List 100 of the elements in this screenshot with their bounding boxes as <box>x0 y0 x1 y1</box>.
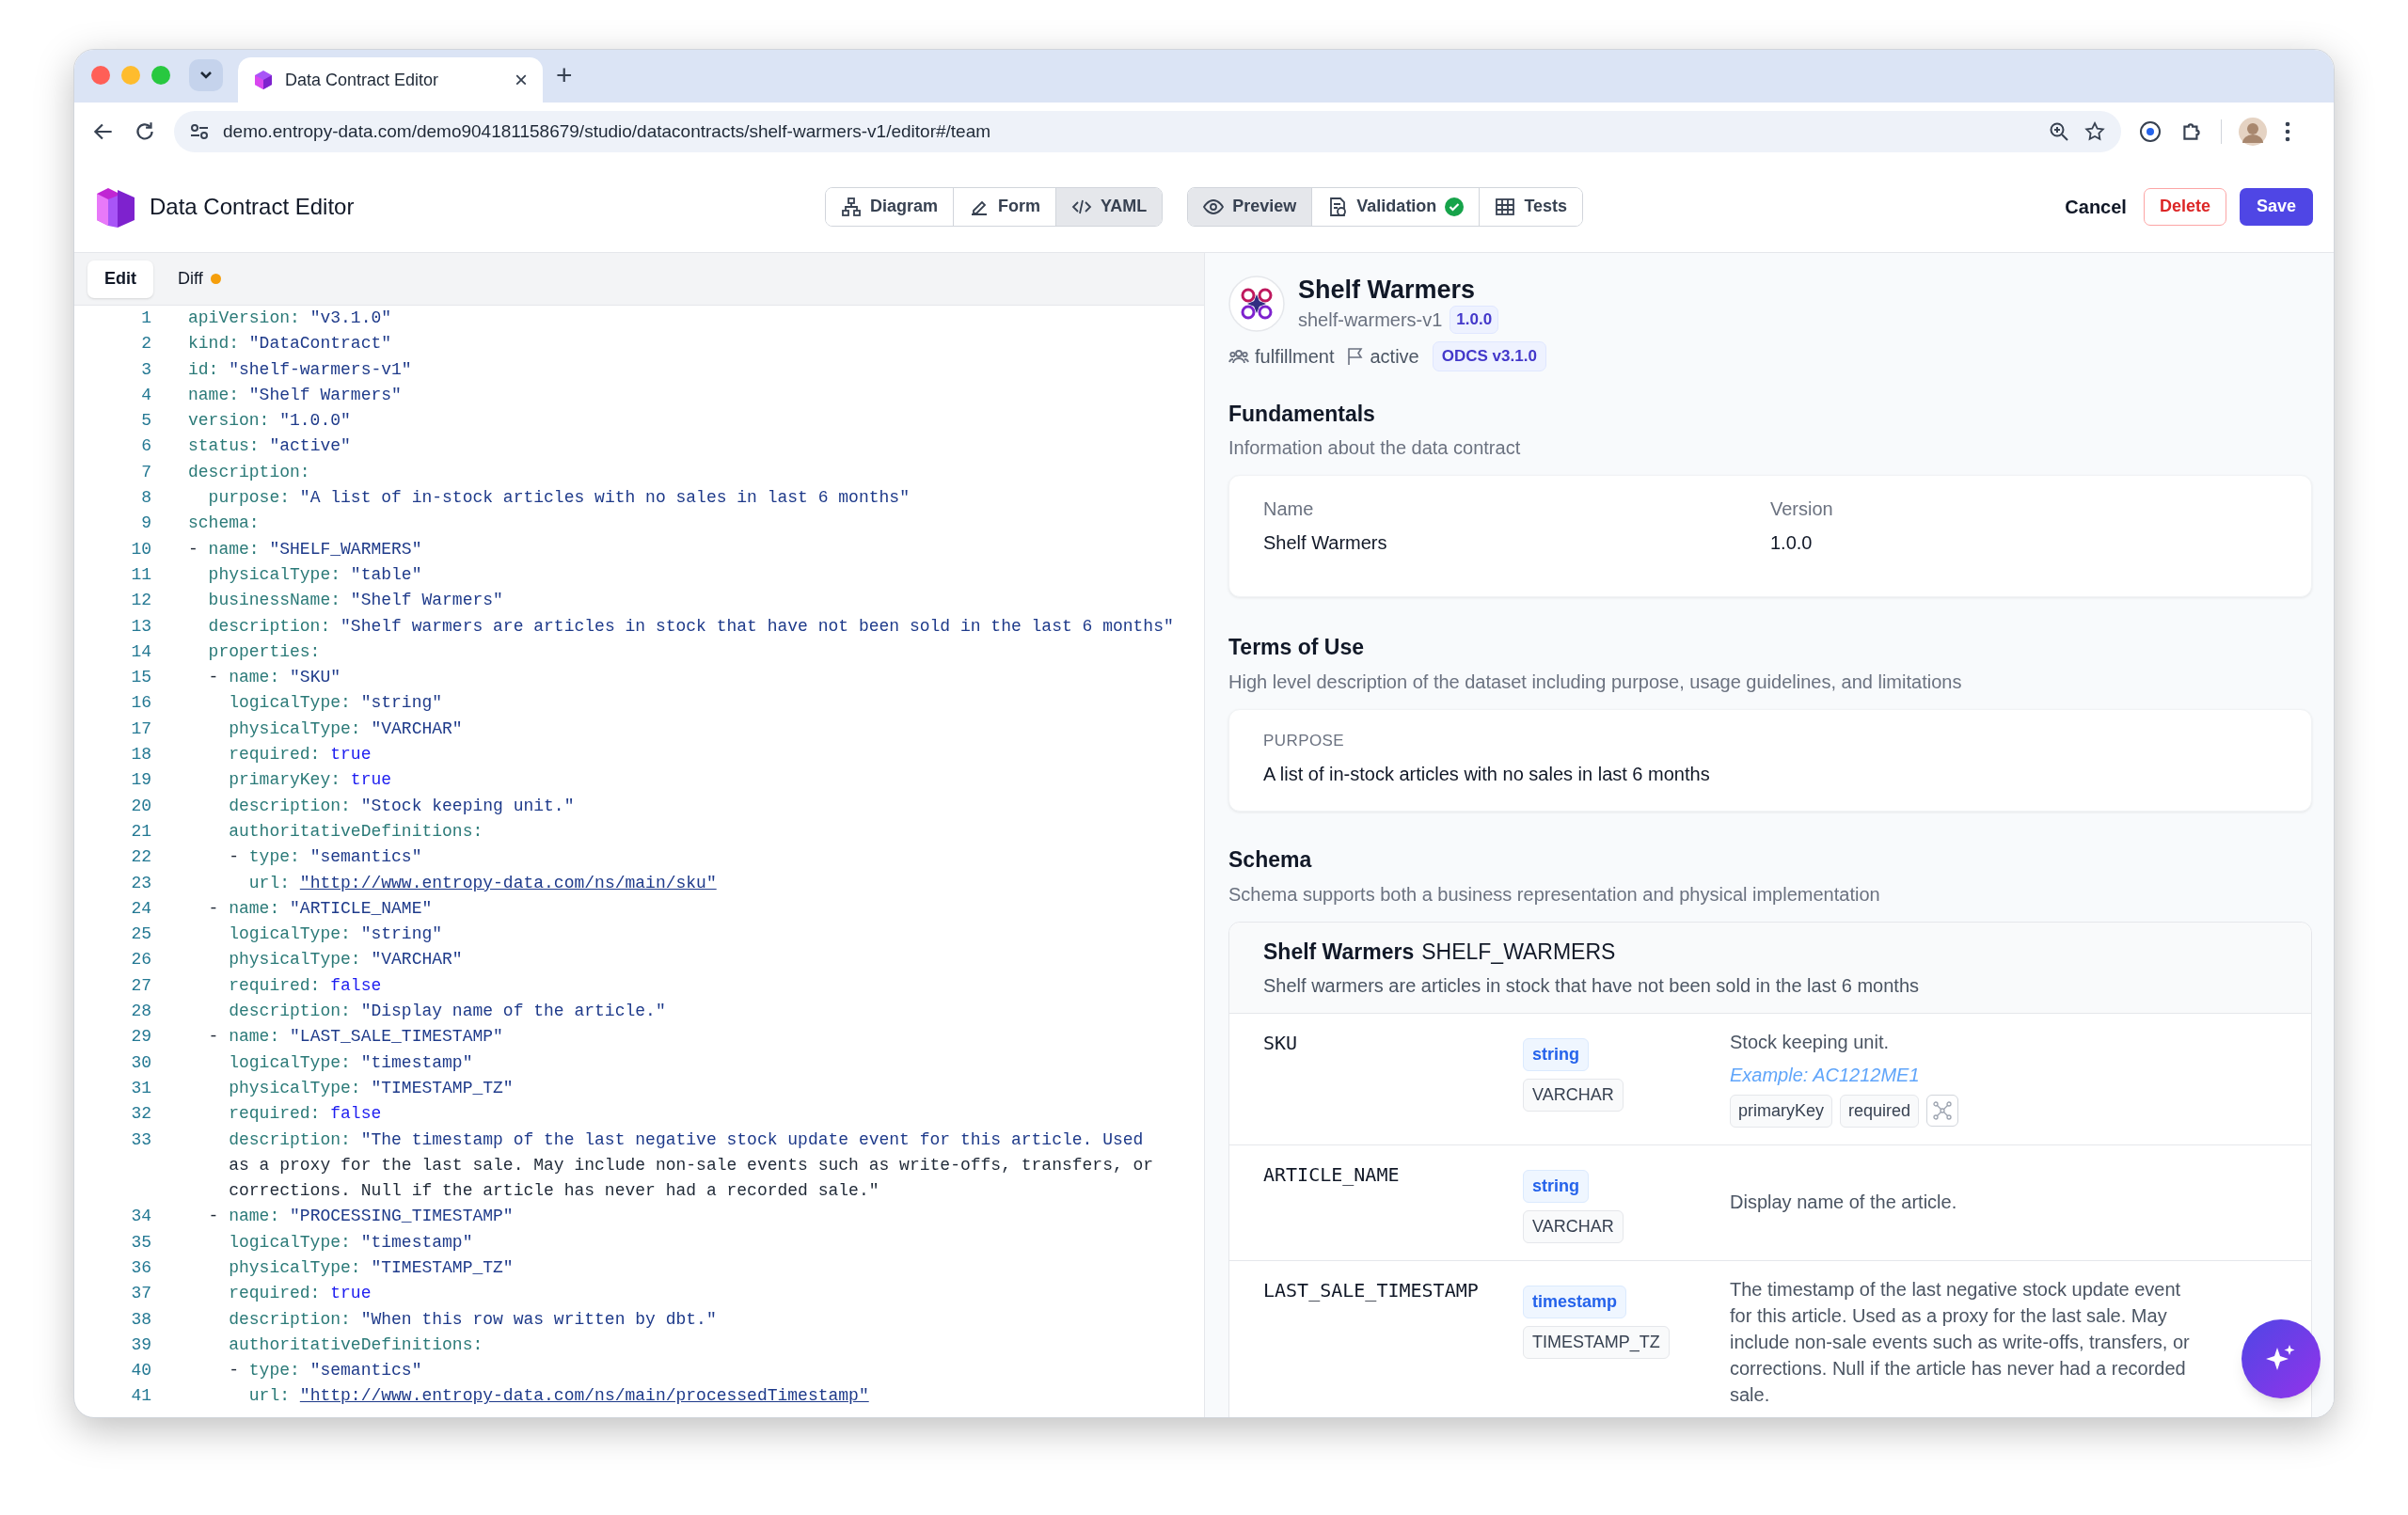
field-value: A list of in-stock articles with no sales in last 6 months <box>1263 763 1711 786</box>
diagram-icon <box>840 196 862 217</box>
line-number: 37 <box>130 1283 151 1305</box>
code-link[interactable]: "http://www.entropy-data.com/ns/main/processedTimestamp" <box>299 1386 869 1406</box>
code-line: logicalType: "string" <box>228 923 443 946</box>
cancel-button[interactable]: Cancel <box>2061 192 2131 221</box>
line-number: 12 <box>130 590 151 612</box>
code-line: physicalType: "VARCHAR" <box>228 949 463 971</box>
delete-button[interactable]: Delete <box>2143 187 2226 226</box>
section-heading: Fundamentals <box>1228 400 1376 428</box>
star-icon[interactable] <box>2083 120 2106 143</box>
line-number: 2 <box>140 333 151 355</box>
toolbar-tab[interactable]: YAML <box>1054 187 1163 226</box>
toolbar-tab[interactable]: Preview <box>1188 187 1312 226</box>
logical-type-badge: string <box>1523 1038 1589 1071</box>
line-number: 30 <box>130 1051 151 1074</box>
save-button[interactable]: Save <box>2239 187 2313 226</box>
close-tab-button[interactable]: × <box>515 69 528 91</box>
line-number: 25 <box>130 923 151 946</box>
line-number: 33 <box>130 1128 151 1151</box>
line-number: 24 <box>130 897 151 920</box>
code-line: description: <box>188 461 310 483</box>
code-line: description: "Display name of the article." <box>228 1001 666 1022</box>
line-number: 4 <box>140 384 151 406</box>
code-line: required: false <box>228 1103 382 1126</box>
logical-type-badge: string <box>1523 1170 1589 1203</box>
line-number: 8 <box>140 487 151 510</box>
code-line: - name: "PROCESSING_TIMESTAMP" <box>207 1206 514 1228</box>
code-line: authoritativeDefinitions: <box>228 820 483 843</box>
line-number: 36 <box>130 1257 151 1279</box>
code-line: required: false <box>228 974 382 997</box>
line-number: 10 <box>130 538 151 560</box>
line-number: 5 <box>140 410 151 433</box>
team-name: fulfillment <box>1255 344 1335 369</box>
code-line: physicalType: "TIMESTAMP_TZ" <box>228 1077 514 1099</box>
code-line: logicalType: "timestamp" <box>228 1231 473 1254</box>
code-line: description: "When this row was written by dbt." <box>228 1308 717 1331</box>
code-line: physicalType: "TIMESTAMP_TZ" <box>228 1257 514 1279</box>
code-line: version: "1.0.0" <box>188 410 351 433</box>
property-name: ARTICLE_NAME <box>1263 1162 1401 1188</box>
status-text: active <box>1370 344 1419 369</box>
line-number: 17 <box>130 718 151 740</box>
cube-logo-icon <box>253 70 274 90</box>
toolbar-tab[interactable]: Tests <box>1479 187 1583 226</box>
new-tab-button[interactable]: + <box>556 61 573 89</box>
code-link[interactable]: "http://www.entropy-data.com/ns/main/sku" <box>299 873 717 892</box>
line-number: 15 <box>130 667 151 689</box>
field-label: Version <box>1770 497 1834 521</box>
extension-icon[interactable] <box>2138 119 2162 144</box>
line-number: 6 <box>140 435 151 458</box>
code-line: required: true <box>228 744 372 766</box>
line-number: 11 <box>130 563 151 586</box>
code-line: properties: <box>207 640 321 663</box>
line-number: 28 <box>130 1001 151 1022</box>
line-number: 39 <box>130 1334 151 1356</box>
table-description: Shelf warmers are articles in stock that have not been sold in the last 6 months <box>1263 974 1921 998</box>
table-business-name: Shelf Warmers <box>1263 938 1415 966</box>
code-line: - type: "semantics" <box>228 846 422 869</box>
network-icon <box>1932 1100 1954 1121</box>
code-line: as a proxy for the last sale. May include non-sale events such as write-offs, transfers, or <box>228 1154 1154 1176</box>
contract-id: shelf-warmers-v1 <box>1298 308 1443 332</box>
address-bar[interactable]: demo.entropy-data.com/demo904181158679/studio/datacontracts/shelf-warmers-v1/editor#/team <box>174 111 2121 152</box>
code-line: businessName: "Shelf Warmers" <box>207 590 503 612</box>
line-number: 9 <box>140 513 151 535</box>
line-number: 3 <box>140 358 151 381</box>
section-subtitle: Information about the data contract <box>1228 436 1522 460</box>
code-line: id: "shelf-warmers-v1" <box>188 358 412 381</box>
line-number: 19 <box>130 769 151 792</box>
profile-avatar-icon[interactable] <box>2239 118 2267 146</box>
property-description: Stock keeping unit. <box>1730 1031 1889 1054</box>
code-line: description: "Shelf warmers are articles in stock that have not been sold in the last 6 months" <box>207 615 1174 638</box>
chevron-down-icon <box>198 70 214 81</box>
line-number: 31 <box>130 1077 151 1099</box>
logical-type-badge: timestamp <box>1523 1286 1627 1318</box>
contract-title: Shelf Warmers <box>1298 275 1477 306</box>
code-line: url: "http://www.entropy-data.com/ns/main/sku" <box>247 872 717 894</box>
table-icon <box>1495 196 1516 217</box>
site-settings-icon[interactable] <box>189 121 210 142</box>
property-name: SKU <box>1263 1031 1299 1056</box>
code-line: physicalType: "VARCHAR" <box>228 718 463 740</box>
more-menu-icon[interactable] <box>2284 119 2291 144</box>
browser-tab[interactable]: Data Contract Editor × <box>238 57 543 103</box>
line-number: 27 <box>130 974 151 997</box>
editor-tab[interactable]: Edit <box>87 260 153 298</box>
property-description: Display name of the article. <box>1730 1191 1957 1214</box>
zoom-icon[interactable] <box>2048 120 2070 143</box>
field-label: Name <box>1263 497 1315 521</box>
table-physical-name: SHELF_WARMERS <box>1421 938 1616 966</box>
property-tag: primaryKey <box>1730 1095 1833 1128</box>
field-value: 1.0.0 <box>1770 531 1814 555</box>
line-number: 21 <box>130 820 151 843</box>
tab-title: Data Contract Editor <box>285 69 440 91</box>
code-line: kind: "DataContract" <box>188 333 392 355</box>
tab-list-button[interactable] <box>189 59 223 91</box>
code-line: apiVersion: "v3.1.0" <box>188 308 392 329</box>
code-line: name: "Shelf Warmers" <box>188 384 402 406</box>
code-line: - name: "SHELF_WARMERS" <box>188 538 422 560</box>
contract-emblem-icon <box>1228 276 1285 332</box>
code-line: logicalType: "string" <box>228 692 443 715</box>
editor-tab[interactable]: Diff <box>161 260 238 298</box>
